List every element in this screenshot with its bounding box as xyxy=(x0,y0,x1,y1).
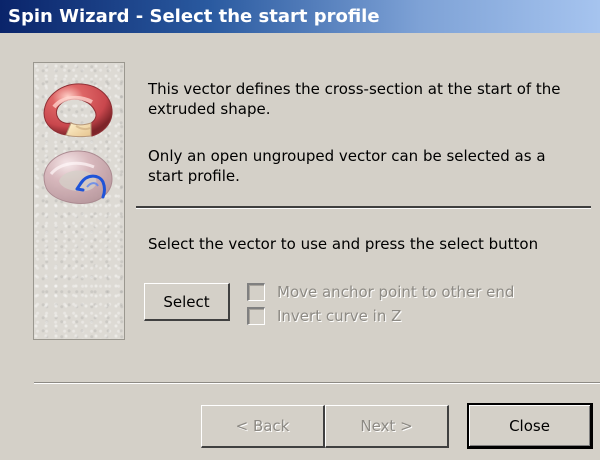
next-button[interactable]: Next > xyxy=(325,405,449,448)
start-profile-description: This vector defines the cross-section at… xyxy=(148,80,561,118)
window-title-bar[interactable]: Spin Wizard - Select the start profile xyxy=(0,0,600,33)
wizard-image-panel xyxy=(33,62,125,340)
move-anchor-label: Move anchor point to other end xyxy=(277,283,515,301)
spin-wizard-window: Spin Wizard - Select the start profile T… xyxy=(0,0,600,460)
translucent-torus-with-profile-icon xyxy=(43,150,113,204)
vector-requirement-description: Only an open ungrouped vector can be sel… xyxy=(148,147,546,185)
content-separator xyxy=(136,206,591,209)
red-torus-icon xyxy=(43,83,113,138)
invert-curve-option[interactable]: Invert curve in Z xyxy=(247,306,401,326)
selection-instruction: Select the vector to use and press the s… xyxy=(148,235,539,253)
back-button[interactable]: < Back xyxy=(201,405,325,448)
window-title: Spin Wizard - Select the start profile xyxy=(8,6,380,27)
invert-curve-label: Invert curve in Z xyxy=(277,307,402,325)
invert-curve-checkbox[interactable] xyxy=(247,307,265,325)
select-button[interactable]: Select xyxy=(144,283,230,321)
button-area-separator xyxy=(34,382,600,384)
move-anchor-point-option[interactable]: Move anchor point to other end xyxy=(247,282,514,302)
close-button[interactable]: Close xyxy=(467,403,593,449)
move-anchor-checkbox[interactable] xyxy=(247,283,265,301)
